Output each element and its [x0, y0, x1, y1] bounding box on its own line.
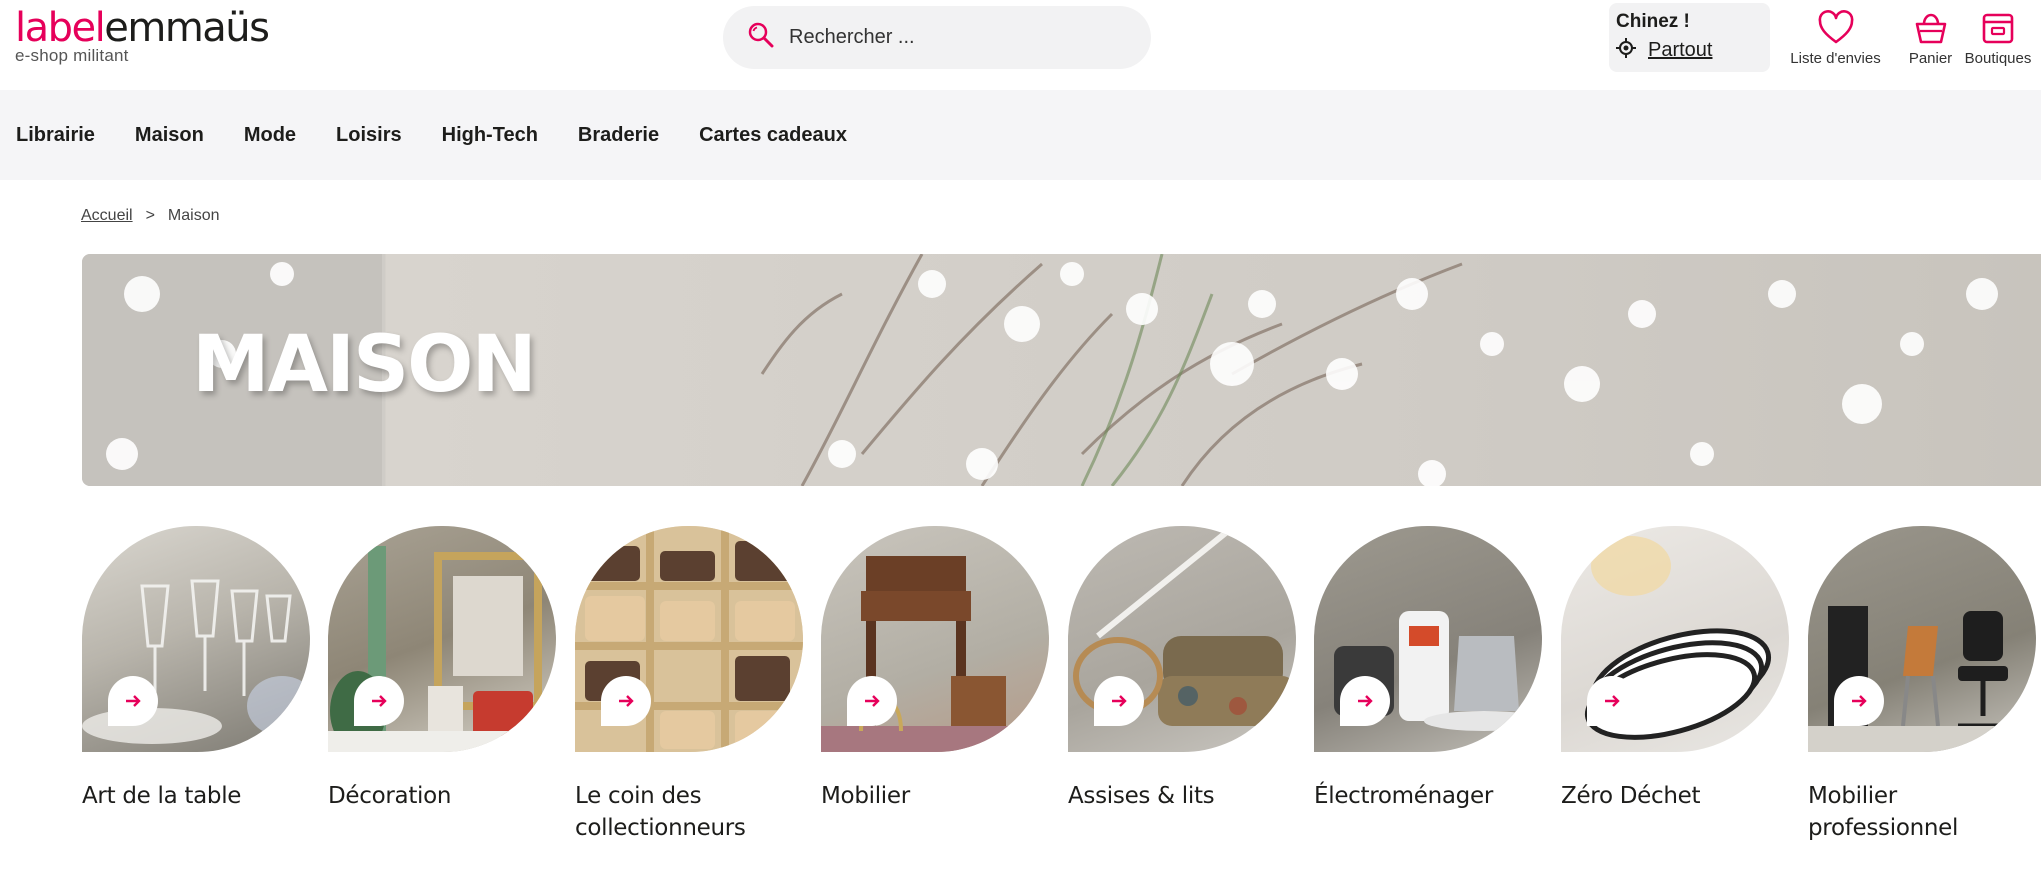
category-arrow-button[interactable]	[1587, 676, 1637, 726]
location-selector[interactable]: Chinez ! Partout	[1609, 3, 1770, 72]
category-card-decoration[interactable]: Décoration	[328, 526, 556, 812]
arrow-right-icon	[1852, 695, 1867, 707]
heart-icon	[1818, 10, 1853, 44]
nav-item-cartes-cadeaux[interactable]: Cartes cadeaux	[699, 124, 847, 147]
category-arrow-button[interactable]	[1094, 676, 1144, 726]
nav-item-loisirs[interactable]: Loisirs	[336, 124, 402, 147]
location-title: Chinez !	[1616, 11, 1690, 32]
banner-title: MAISON	[192, 320, 537, 410]
location-link[interactable]: Partout	[1648, 39, 1712, 62]
cart-label: Panier	[1908, 50, 1953, 67]
nav-item-maison[interactable]: Maison	[135, 124, 204, 147]
category-label[interactable]: Zéro Déchet	[1561, 780, 1789, 812]
category-card-mobilier-professionnel[interactable]: Mobilier professionnel	[1808, 526, 2036, 844]
search-input[interactable]	[789, 26, 1109, 49]
category-arrow-button[interactable]	[1834, 676, 1884, 726]
arrow-right-icon	[619, 695, 634, 707]
category-arrow-button[interactable]	[354, 676, 404, 726]
breadcrumb-current: Maison	[167, 207, 220, 224]
category-image[interactable]	[575, 526, 803, 752]
category-label[interactable]: Décoration	[328, 780, 556, 812]
category-arrow-button[interactable]	[847, 676, 897, 726]
arrow-right-icon	[865, 695, 880, 707]
category-card-mobilier[interactable]: Mobilier	[821, 526, 1049, 812]
shops-button[interactable]: Boutiques	[1958, 10, 2038, 67]
main-nav: Librairie Maison Mode Loisirs High-Tech …	[0, 90, 2041, 180]
store-icon	[1982, 13, 2014, 44]
breadcrumb-separator: >	[145, 207, 155, 224]
category-image[interactable]	[328, 526, 556, 752]
category-label[interactable]: Le coin des collectionneurs	[575, 780, 803, 844]
category-arrow-button[interactable]	[601, 676, 651, 726]
category-banner: MAISON	[82, 254, 2041, 486]
cart-button[interactable]: Panier	[1898, 10, 1963, 67]
arrow-right-icon	[372, 695, 387, 707]
category-image[interactable]	[1808, 526, 2036, 752]
category-image[interactable]	[821, 526, 1049, 752]
nav-item-librairie[interactable]: Librairie	[16, 124, 95, 147]
search-bar[interactable]	[723, 6, 1151, 69]
location-target-icon	[1616, 38, 1636, 63]
breadcrumb-home-link[interactable]: Accueil	[81, 207, 133, 225]
nav-item-mode[interactable]: Mode	[244, 124, 296, 147]
nav-item-braderie[interactable]: Braderie	[578, 124, 659, 147]
shops-label: Boutiques	[1964, 50, 2032, 67]
category-label[interactable]: Assises & lits	[1068, 780, 1296, 812]
category-card-zero-dechet[interactable]: Zéro Déchet	[1561, 526, 1789, 812]
category-arrow-button[interactable]	[1340, 676, 1390, 726]
category-card-electromenager[interactable]: Électroménager	[1314, 526, 1542, 812]
category-label[interactable]: Mobilier professionnel	[1808, 780, 2036, 844]
category-image[interactable]	[1314, 526, 1542, 752]
category-label[interactable]: Mobilier	[821, 780, 1049, 812]
nav-item-high-tech[interactable]: High-Tech	[442, 124, 538, 147]
logo-wordmark: labelemmaüs	[15, 5, 270, 51]
category-image[interactable]	[1561, 526, 1789, 752]
category-arrow-button[interactable]	[108, 676, 158, 726]
category-image[interactable]	[82, 526, 310, 752]
category-image[interactable]	[1068, 526, 1296, 752]
site-logo[interactable]: labelemmaüs e-shop militant	[15, 5, 270, 66]
wishlist-button[interactable]: Liste d'envies	[1788, 10, 1883, 67]
category-label[interactable]: Art de la table	[82, 780, 310, 812]
basket-icon	[1915, 13, 1946, 44]
arrow-right-icon	[126, 695, 141, 707]
arrow-right-icon	[1112, 695, 1127, 707]
category-label[interactable]: Électroménager	[1314, 780, 1542, 812]
category-card-assises-lits[interactable]: Assises & lits	[1068, 526, 1296, 812]
site-header: labelemmaüs e-shop militant Chinez ! Par…	[0, 0, 2041, 90]
breadcrumb: Accueil > Maison	[81, 207, 220, 225]
arrow-right-icon	[1358, 695, 1373, 707]
wishlist-label: Liste d'envies	[1790, 50, 1881, 67]
category-card-art-de-la-table[interactable]: Art de la table	[82, 526, 310, 812]
arrow-right-icon	[1605, 695, 1620, 707]
search-icon[interactable]	[747, 21, 775, 54]
category-card-collectionneurs[interactable]: Le coin des collectionneurs	[575, 526, 803, 844]
